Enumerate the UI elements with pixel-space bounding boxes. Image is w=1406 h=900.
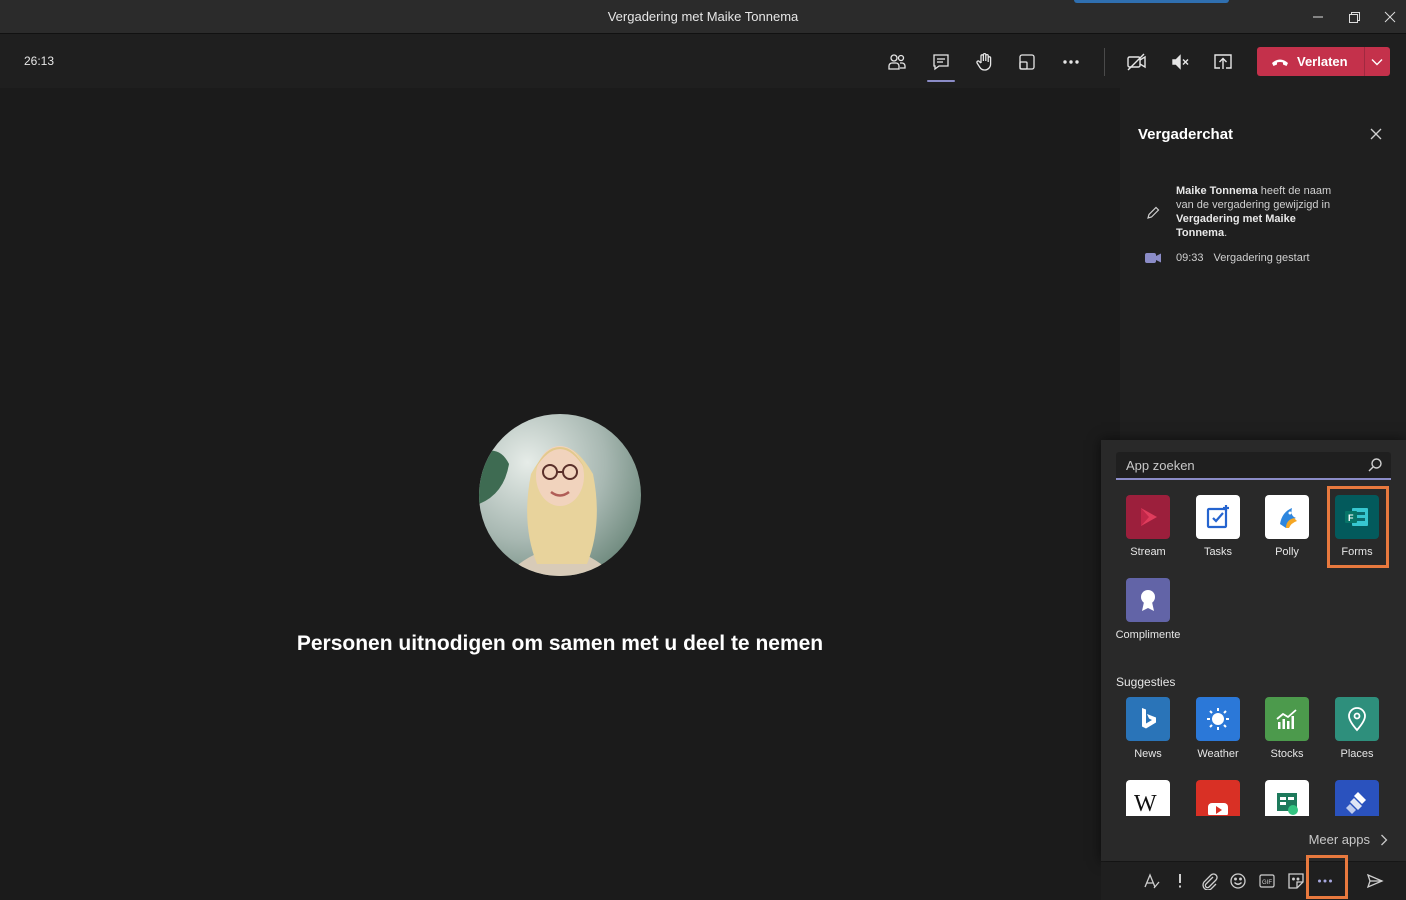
app-approvals[interactable] xyxy=(1252,780,1322,816)
app-tasks[interactable]: Tasks xyxy=(1183,495,1253,558)
app-polly[interactable]: Polly xyxy=(1252,495,1322,558)
format-icon[interactable] xyxy=(1143,872,1161,890)
avatar xyxy=(479,414,641,576)
more-apps-label: Meer apps xyxy=(1308,832,1370,847)
jira-icon xyxy=(1335,780,1379,816)
title-bar: Vergadering met Maike Tonnema xyxy=(0,0,1406,34)
forms-highlight xyxy=(1327,486,1389,568)
more-icon[interactable] xyxy=(1057,48,1085,76)
app-weather[interactable]: Weather xyxy=(1183,697,1253,760)
leave-main[interactable]: Verlaten xyxy=(1257,47,1364,76)
app-news[interactable]: News xyxy=(1113,697,1183,760)
search-icon[interactable] xyxy=(1367,457,1383,473)
close-icon[interactable] xyxy=(1368,126,1384,142)
people-icon[interactable] xyxy=(883,48,911,76)
more-apps-link[interactable]: Meer apps xyxy=(1309,832,1388,847)
svg-text:W: W xyxy=(1134,791,1157,815)
app-youtube[interactable] xyxy=(1183,780,1253,816)
title-bar-accent xyxy=(1074,0,1229,3)
chat-system-message: 09:33 Vergadering gestart xyxy=(1176,252,1310,264)
app-search-placeholder: App zoeken xyxy=(1126,458,1195,473)
chevron-right-icon xyxy=(1381,834,1388,845)
app-stocks[interactable]: Stocks xyxy=(1252,697,1322,760)
more-suggestions-row: W xyxy=(1101,778,1406,816)
meeting-timer: 26:13 xyxy=(24,54,55,68)
praise-icon xyxy=(1126,578,1170,622)
attach-icon[interactable] xyxy=(1200,872,1218,890)
emoji-icon[interactable] xyxy=(1229,872,1247,890)
app-places[interactable]: Places xyxy=(1322,697,1392,760)
gif-icon[interactable]: GIF xyxy=(1258,872,1276,890)
app-stream[interactable]: Stream xyxy=(1113,495,1183,558)
pencil-icon xyxy=(1146,206,1160,220)
tasks-icon xyxy=(1196,495,1240,539)
camera-off-icon[interactable] xyxy=(1123,48,1151,76)
leave-label: Verlaten xyxy=(1297,54,1348,69)
app-jira[interactable] xyxy=(1322,780,1392,816)
hang-up-icon xyxy=(1272,59,1288,66)
invite-text: Personen uitnodigen om samen met u deel … xyxy=(296,632,824,655)
message-actor: Maike Tonnema xyxy=(1176,185,1258,197)
meeting-toolbar: 26:13 Verlaten xyxy=(0,34,1406,88)
suggestions-heading: Suggesties xyxy=(1116,675,1176,689)
message-text: Vergadering gestart xyxy=(1213,252,1310,264)
chat-icon[interactable] xyxy=(927,48,955,82)
compose-toolbar: GIF xyxy=(1101,862,1406,900)
app-praise[interactable]: Complimente xyxy=(1113,578,1183,641)
speaker-mute-icon[interactable] xyxy=(1166,48,1194,76)
wikipedia-icon: W xyxy=(1126,780,1170,816)
youtube-icon xyxy=(1196,780,1240,816)
share-icon[interactable] xyxy=(1209,48,1237,76)
important-icon[interactable] xyxy=(1171,872,1189,890)
chat-system-message: Maike Tonnema heeft de naam van de verga… xyxy=(1176,185,1332,239)
app-wikipedia[interactable]: W xyxy=(1113,780,1183,816)
weather-icon xyxy=(1196,697,1240,741)
toolbar-separator xyxy=(1104,48,1105,76)
polly-icon xyxy=(1265,495,1309,539)
send-icon[interactable] xyxy=(1366,872,1384,890)
stream-icon xyxy=(1126,495,1170,539)
stocks-icon xyxy=(1265,697,1309,741)
chevron-down-icon[interactable] xyxy=(1365,47,1390,76)
window-title: Vergadering met Maike Tonnema xyxy=(607,9,799,24)
more-options-highlight xyxy=(1306,855,1348,899)
bing-news-icon xyxy=(1126,697,1170,741)
minimize-icon[interactable] xyxy=(1307,6,1329,28)
close-icon[interactable] xyxy=(1379,6,1401,28)
meeting-camera-icon xyxy=(1144,251,1162,265)
svg-text:GIF: GIF xyxy=(1262,880,1272,886)
places-icon xyxy=(1335,697,1379,741)
room-view-icon[interactable] xyxy=(1013,48,1041,76)
sticker-icon[interactable] xyxy=(1287,872,1305,890)
raise-hand-icon[interactable] xyxy=(970,48,998,76)
app-search-input[interactable]: App zoeken xyxy=(1116,452,1391,480)
message-time: 09:33 xyxy=(1176,252,1204,264)
approvals-icon xyxy=(1265,780,1309,816)
chat-title: Vergaderchat xyxy=(1138,126,1234,143)
restore-icon[interactable] xyxy=(1343,6,1365,28)
message-new-name: Vergadering met Maike Tonnema xyxy=(1176,213,1296,239)
leave-button[interactable]: Verlaten xyxy=(1257,47,1390,76)
